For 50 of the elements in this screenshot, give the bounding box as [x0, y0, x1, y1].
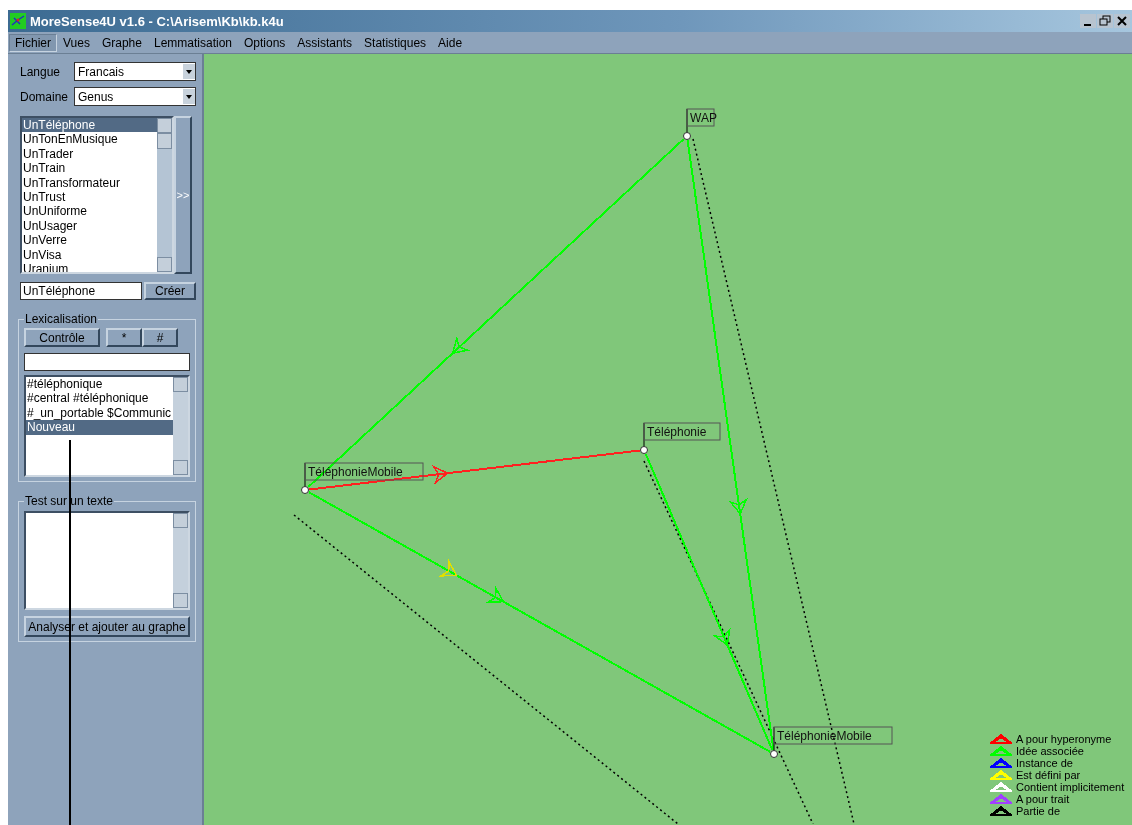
toolbar-button[interactable]: *: [106, 328, 142, 347]
list-item[interactable]: UnTéléphone: [22, 118, 157, 133]
list-item[interactable]: #téléphonique: [26, 377, 173, 392]
name-field[interactable]: UnTéléphone: [20, 282, 142, 300]
list-item[interactable]: UnUsager: [22, 218, 157, 234]
legend-label: A pour hyperonyme: [1016, 733, 1112, 745]
list-item[interactable]: #_un_portable $Communic: [26, 405, 173, 421]
list-item[interactable]: UnTransformateur: [22, 175, 157, 191]
list-item[interactable]: UnVerre: [22, 233, 157, 248]
menu-item[interactable]: Graphe: [95, 33, 148, 52]
edge-arrow[interactable]: [308, 449, 641, 491]
list-item[interactable]: UnTrain: [22, 161, 157, 176]
menu-item[interactable]: Lemmatisation: [147, 33, 238, 52]
menu-item[interactable]: Fichier: [9, 33, 57, 52]
list-item[interactable]: UnTrader: [22, 146, 157, 162]
legend-label: A pour trait: [1016, 793, 1070, 805]
list-item[interactable]: Nouveau: [26, 420, 173, 435]
domain-dropdown[interactable]: Genus: [74, 87, 196, 106]
menu-item[interactable]: Aide: [432, 33, 469, 52]
menu-item[interactable]: Statistiques: [358, 33, 433, 52]
scrollbar[interactable]: [157, 118, 172, 272]
create-button[interactable]: Créer: [144, 282, 196, 300]
toolbar-button[interactable]: Contrôle: [24, 328, 100, 347]
language-dropdown[interactable]: Francais: [74, 62, 196, 81]
scrollbar[interactable]: [173, 377, 188, 475]
restore-icon[interactable]: [1097, 14, 1113, 28]
close-icon[interactable]: [1114, 14, 1130, 28]
field-label: Langue: [20, 64, 62, 79]
menu-item[interactable]: Options: [238, 33, 292, 52]
legend-label: Partie de: [1016, 805, 1061, 817]
legend-label: Instance de: [1016, 757, 1073, 769]
minimize-icon[interactable]: [1080, 14, 1096, 28]
list-item[interactable]: UnVisa: [22, 247, 157, 263]
list-item[interactable]: UnTonEnMusique: [22, 132, 157, 147]
list-item[interactable]: UnTrust: [22, 190, 157, 205]
toolbar-button[interactable]: #: [142, 328, 178, 347]
field-label: Domaine: [20, 89, 70, 104]
app-icon: [10, 13, 26, 29]
group-title: Test sur un texte: [24, 494, 115, 508]
menu-item[interactable]: Assistants: [291, 33, 359, 52]
legend-label: Contient implicitement: [1016, 781, 1125, 793]
list-item[interactable]: #central #téléphonique: [26, 391, 173, 406]
menu-item[interactable]: Vues: [57, 33, 96, 52]
window-title: MoreSense4U v1.6 - C:\Arisem\Kb\kb.k4u: [30, 13, 285, 29]
list-item[interactable]: UnUniforme: [22, 204, 157, 219]
legend-label: Idée associée: [1016, 745, 1084, 757]
legend-label: Est défini par: [1016, 769, 1081, 781]
group-title: Lexicalisation: [24, 312, 99, 326]
text-area[interactable]: [24, 511, 190, 610]
text-field[interactable]: [24, 353, 190, 371]
